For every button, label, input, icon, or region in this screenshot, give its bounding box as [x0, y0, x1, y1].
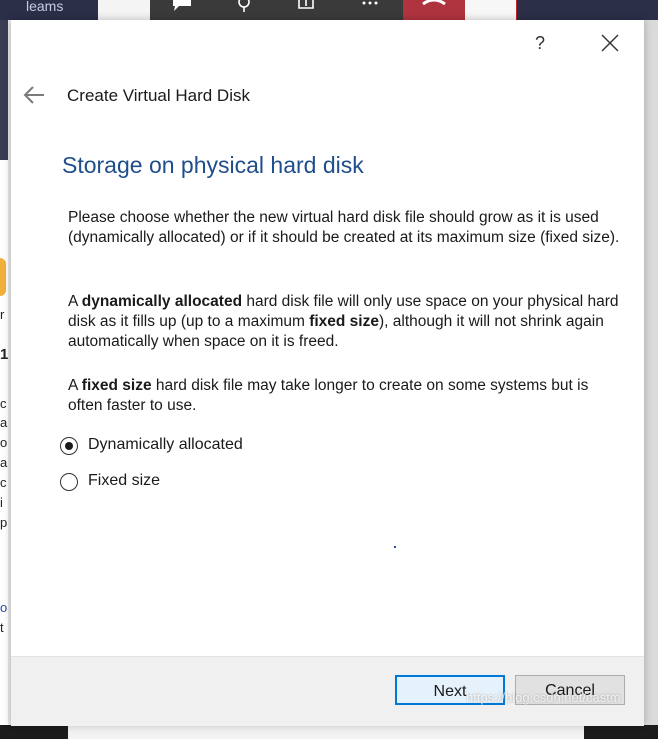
background-right	[644, 20, 658, 725]
bg-text: 1	[0, 346, 8, 363]
bg-text: a	[0, 455, 8, 470]
background-bottom-panel	[68, 725, 584, 739]
close-icon	[601, 34, 619, 52]
back-button[interactable]	[21, 83, 49, 107]
dialog-titlebar: ?	[11, 20, 644, 64]
cursor-dot	[394, 546, 396, 548]
fixed-explanation-paragraph: A fixed size hard disk file may take lon…	[68, 376, 623, 416]
bold-term: fixed size	[81, 377, 152, 394]
wizard-header: Create Virtual Hard Disk	[11, 75, 644, 119]
hang-up-button	[403, 0, 465, 20]
radio-label[interactable]: Dynamically allocated	[88, 436, 243, 454]
dynamic-explanation-paragraph: A dynamically allocated hard disk file w…	[68, 292, 623, 352]
wizard-title: Create Virtual Hard Disk	[67, 86, 250, 105]
radio-selected-indicator	[65, 442, 73, 450]
radio-button[interactable]	[60, 473, 78, 491]
bg-text: p	[0, 515, 8, 530]
radio-button[interactable]	[60, 437, 78, 455]
create-virtual-hard-disk-dialog: ? Create Virtual Hard Disk Storage on ph…	[11, 20, 644, 726]
page-heading: Storage on physical hard disk	[62, 152, 364, 178]
chat-icon	[168, 0, 196, 14]
bold-term: fixed size	[309, 313, 379, 330]
background-app-label: leams	[26, 0, 64, 14]
bg-text: c	[0, 396, 7, 411]
radio-label[interactable]: Fixed size	[88, 472, 160, 490]
bold-term: dynamically allocated	[81, 293, 243, 310]
microphone-icon	[230, 0, 258, 14]
hang-up-icon	[422, 0, 446, 6]
help-button[interactable]: ?	[525, 30, 555, 56]
bg-text: o	[0, 435, 8, 450]
bg-text: c	[0, 475, 7, 490]
bg-text: a	[0, 415, 8, 430]
arrow-left-icon	[23, 86, 44, 104]
background-left-dark	[0, 20, 8, 160]
bg-text: o	[0, 600, 8, 615]
description-paragraph: Please choose whether the new virtual ha…	[68, 209, 620, 246]
background-avatar	[0, 258, 6, 296]
watermark: https://blog.csdn.net/castm	[466, 690, 621, 705]
more-icon	[356, 0, 384, 14]
text-segment: A	[68, 377, 82, 394]
bg-text: t	[0, 620, 4, 635]
bg-text: r	[0, 307, 5, 322]
bg-text: i	[0, 495, 3, 510]
background-panel	[98, 0, 150, 20]
share-screen-icon	[292, 0, 320, 14]
close-button[interactable]	[595, 30, 625, 56]
background-panel-right	[465, 0, 517, 20]
text-segment: A	[68, 293, 82, 310]
